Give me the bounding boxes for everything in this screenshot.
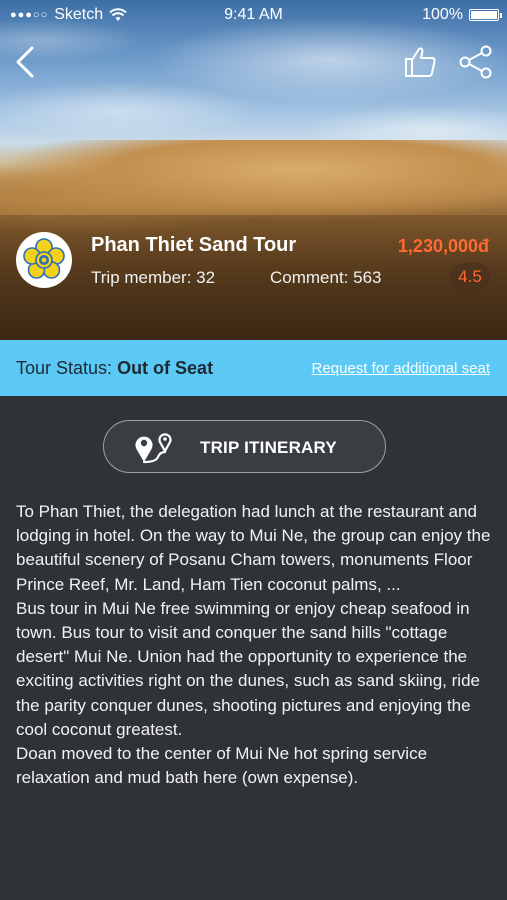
route-map-pin-icon: [135, 433, 172, 464]
tour-name: Phan Thiet Sand Tour: [91, 234, 297, 256]
description-paragraph: Doan moved to the center of Mui Ne hot s…: [16, 744, 428, 788]
battery-fill: [471, 11, 497, 19]
thumbs-up-icon: [405, 47, 436, 77]
description-paragraph: Bus tour in Mui Ne free swimming or enjo…: [16, 598, 480, 739]
trip-itinerary-button[interactable]: TRIP ITINERARY: [103, 420, 386, 473]
back-button[interactable]: [10, 42, 44, 82]
tour-status-value: Out of Seat: [117, 358, 214, 378]
tour-status: Tour Status: Out of Seat: [16, 358, 213, 379]
trip-itinerary-label: TRIP ITINERARY: [200, 438, 337, 457]
request-seat-link[interactable]: Request for additional seat: [312, 360, 490, 377]
trip-members: Trip member: 32: [91, 268, 216, 287]
tour-status-label: Tour Status:: [16, 358, 113, 378]
description-paragraph: To Phan Thiet, the delegation had lunch …: [16, 502, 491, 594]
tour-price: 1,230,000đ: [397, 236, 489, 256]
battery-group: 100%: [422, 6, 502, 24]
battery-percent: 100%: [422, 6, 463, 23]
share-button[interactable]: [456, 44, 496, 80]
tour-logo: [16, 232, 72, 288]
status-bar: ●●●○○ Sketch 9:41 AM 100%: [0, 0, 507, 30]
flower-logo-icon: [23, 238, 65, 279]
comment-count[interactable]: Comment: 563: [270, 268, 382, 288]
tour-description: To Phan Thiet, the delegation had lunch …: [16, 500, 494, 790]
rating-badge: 4.5: [449, 263, 491, 291]
like-button[interactable]: [403, 44, 439, 80]
tour-status-bar: Tour Status: Out of Seat Request for add…: [0, 340, 507, 396]
battery-icon: [469, 9, 502, 21]
share-icon: [459, 45, 492, 79]
chevron-left-icon: [16, 46, 34, 78]
